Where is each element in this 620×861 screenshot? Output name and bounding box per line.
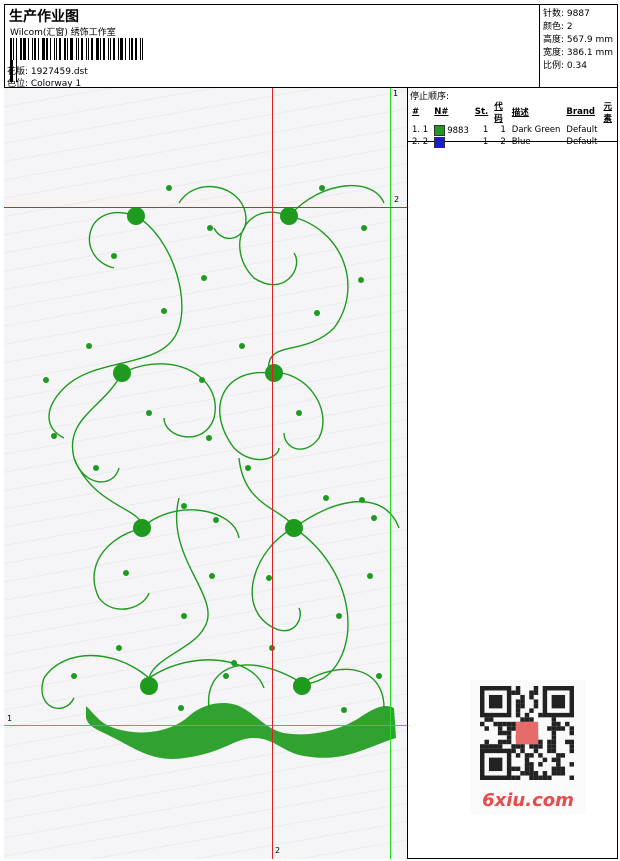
height-value: 高度: 567.9 mm [543, 35, 614, 45]
axis-label-bottom-red: 2 [275, 846, 281, 855]
col-st: St. [474, 107, 489, 117]
col-number: N# [434, 107, 449, 117]
width-value: 宽度: 386.1 mm [543, 48, 614, 58]
col-element: 元素 [603, 102, 612, 124]
table-row: 1. 1 9883 1 1 Dark Green Default [412, 124, 598, 136]
studio-subtitle: Wilcom(汇窗)​ 绣饰工作室 [10, 28, 116, 38]
col-desc: 描述 [511, 108, 529, 118]
color-swatch-icon [434, 136, 446, 148]
col-brand: Brand [566, 107, 595, 117]
table-row: 2. 2 1 2 Blue Default [412, 136, 598, 148]
col-index: # [412, 107, 420, 117]
color-count: 颜色: 2 [543, 22, 573, 32]
embroidery-design [41, 185, 400, 759]
watermark-card: 6xiu.com [470, 680, 586, 814]
watermark-logo: 6xiu.com [482, 790, 574, 811]
qr-code-icon [480, 686, 574, 780]
axis-label-top-green: 1 [393, 89, 399, 98]
design-canvas: 1 1 2 2 [4, 88, 408, 859]
scale-value: 比例: 0.34 [543, 61, 587, 71]
col-code: 代码 [494, 102, 503, 124]
page-title: 生产作业图 [9, 9, 79, 25]
color-table: # N# St. 代码 描述 Brand 元素 1. 1 9883 1 1 Da… [409, 100, 618, 148]
barcode [10, 38, 146, 82]
color-swatch-icon [434, 124, 446, 136]
axis-label-right-red: 2 [394, 195, 400, 204]
stitch-count: 针数: 9887 [543, 9, 590, 19]
header-panel: 生产作业图 Wilcom(汇窗)​ 绣饰工作室 花版: 1927459.dst … [4, 4, 540, 89]
axis-label-left-green: 1 [7, 714, 13, 723]
stats-panel: 针数: 9887 颜色: 2 高度: 567.9 mm 宽度: 386.1 mm… [540, 4, 618, 88]
